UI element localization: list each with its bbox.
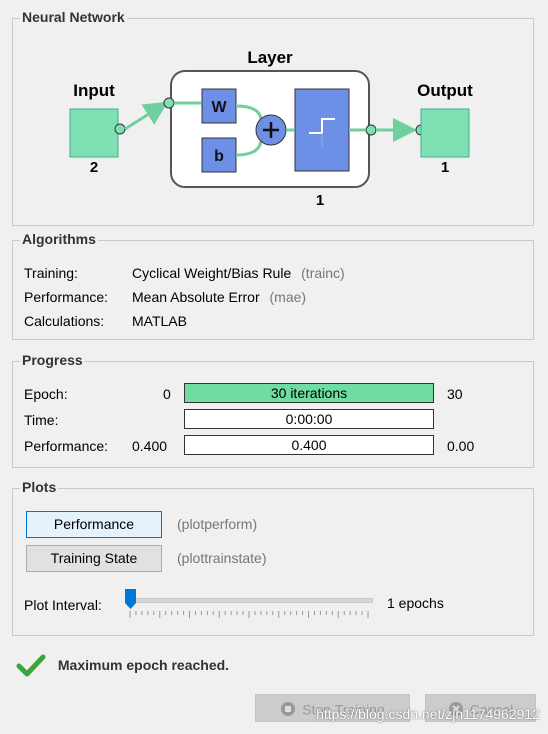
performance-code: (mae) (269, 289, 307, 305)
training-state-button[interactable]: Training State (26, 545, 162, 572)
progress-panel: Progress Epoch: 0 30 iterations 30 Time:… (12, 352, 534, 468)
input-node (69, 108, 119, 158)
layer-output-connector-icon (365, 124, 377, 136)
input-size: 2 (90, 159, 98, 176)
performance-label: Performance: (24, 289, 109, 305)
performance-progress-label: Performance: (24, 438, 109, 454)
output-node (420, 108, 470, 158)
plots-title: Plots (20, 479, 59, 495)
time-label: Time: (24, 412, 59, 428)
slider-thumb[interactable] (125, 589, 136, 609)
plot-interval-slider[interactable] (125, 585, 373, 623)
plot-interval-label: Plot Interval: (24, 597, 102, 613)
algorithms-panel: Algorithms Training: Cyclical Weight/Bia… (12, 231, 534, 340)
slider-ticks (129, 611, 369, 618)
performance-plot-button[interactable]: Performance (26, 511, 162, 538)
epoch-min: 0 (163, 386, 171, 402)
training-label: Training: (24, 265, 78, 281)
slider-track (125, 598, 373, 603)
performance-value: Mean Absolute Error (132, 289, 260, 305)
calculations-value: MATLAB (132, 313, 187, 329)
status-row: Maximum epoch reached. (16, 653, 229, 677)
neural-network-panel: Neural Network Input 2 Layer 1 W b Outpu… (12, 9, 534, 226)
performance-bar: 0.400 (184, 435, 434, 455)
epoch-label: Epoch: (24, 386, 68, 402)
epoch-progress-bar: 30 iterations (184, 383, 434, 403)
training-row: Training: (24, 265, 78, 281)
output-label: Output (417, 81, 473, 100)
checkmark-icon (16, 654, 46, 677)
layer-input-connector-icon (163, 97, 175, 109)
performance-text: 0.400 (291, 437, 327, 453)
network-diagram: Input 2 Layer 1 W b Output 1 (69, 48, 473, 209)
epoch-max: 30 (447, 386, 463, 402)
performance-min: 0.400 (132, 438, 168, 454)
input-connector-icon (114, 123, 126, 135)
weight-label: W (211, 99, 227, 116)
progress-title: Progress (20, 352, 85, 368)
training-code: (trainc) (301, 265, 345, 281)
performance-plot-code: (plotperform) (177, 516, 258, 532)
input-arrow (124, 101, 169, 131)
time-bar: 0:00:00 (184, 409, 434, 429)
layer-label: Layer (247, 48, 293, 67)
training-state-code: (plottrainstate) (177, 550, 267, 566)
output-size: 1 (441, 159, 449, 176)
time-text: 0:00:00 (285, 411, 333, 427)
training-value: Cyclical Weight/Bias Rule (132, 265, 292, 281)
layer-size: 1 (316, 192, 324, 209)
plots-panel: Plots Performance (plotperform) Training… (12, 479, 534, 636)
calculations-label: Calculations: (24, 313, 105, 329)
performance-max: 0.00 (447, 438, 475, 454)
bias-label: b (214, 148, 224, 165)
stop-icon (281, 702, 296, 717)
epoch-progress-text: 30 iterations (270, 385, 348, 401)
algorithms-title: Algorithms (20, 231, 98, 247)
status-message: Maximum epoch reached. (57, 657, 230, 673)
input-label: Input (73, 81, 115, 100)
plot-interval-value: 1 epochs (387, 595, 444, 611)
watermark-text: https://blog.csdn.net/zjn1174962912 (316, 706, 540, 722)
